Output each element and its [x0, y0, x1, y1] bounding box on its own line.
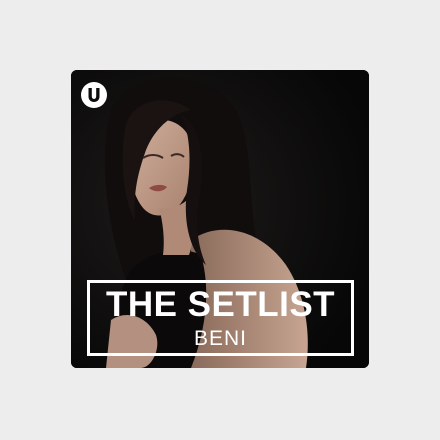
playlist-cover-artwork[interactable]: THE SETLIST BENI: [71, 70, 369, 368]
title-frame: THE SETLIST BENI: [87, 280, 354, 356]
u-brand-logo-icon: [81, 82, 107, 108]
playlist-title: THE SETLIST: [105, 285, 336, 324]
artist-name: BENI: [193, 327, 247, 350]
